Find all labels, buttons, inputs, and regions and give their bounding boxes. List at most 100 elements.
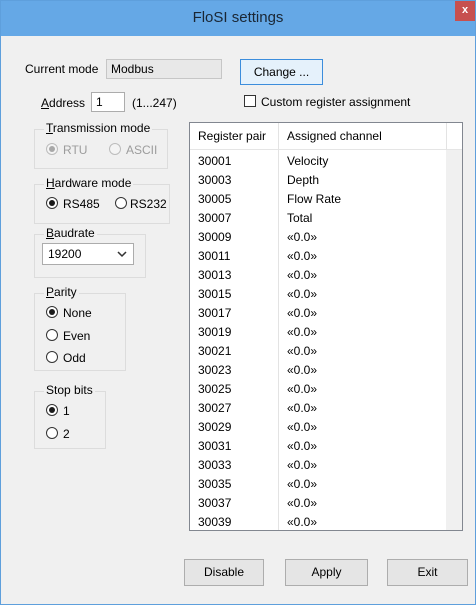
channel-cell: «0.0» — [287, 382, 318, 396]
table-row[interactable]: 30007 Total — [190, 208, 446, 227]
disable-button[interactable]: Disable — [184, 559, 264, 586]
table-row[interactable]: 30019 «0.0» — [190, 322, 446, 341]
table-row[interactable]: 30037 «0.0» — [190, 493, 446, 512]
stopbits-1-label: 1 — [63, 404, 70, 418]
channel-cell: «0.0» — [287, 268, 318, 282]
current-mode-label: Current mode — [25, 62, 99, 76]
baudrate-select[interactable]: 19200 — [42, 243, 134, 265]
parity-none-label: None — [63, 306, 92, 320]
table-row[interactable]: 30035 «0.0» — [190, 474, 446, 493]
stopbits-1-radio[interactable] — [46, 404, 58, 416]
channel-cell: «0.0» — [287, 401, 318, 415]
register-cell: 30039 — [198, 515, 232, 529]
register-cell: 30025 — [198, 382, 232, 396]
baudrate-legend: Baudrate — [44, 226, 97, 240]
table-row[interactable]: 30003 Depth — [190, 170, 446, 189]
current-mode-field: Modbus — [106, 59, 222, 79]
parity-odd-radio[interactable] — [46, 351, 58, 363]
table-row[interactable]: 30005 Flow Rate — [190, 189, 446, 208]
custom-register-checkbox[interactable] — [244, 95, 256, 107]
register-cell: 30007 — [198, 211, 232, 225]
register-cell: 30019 — [198, 325, 232, 339]
register-cell: 30021 — [198, 344, 232, 358]
ascii-radio[interactable] — [109, 143, 121, 155]
address-label-accesskey: A — [41, 96, 50, 110]
register-cell: 30017 — [198, 306, 232, 320]
register-cell: 30015 — [198, 287, 232, 301]
address-label-rest: ddress — [49, 96, 86, 110]
table-row[interactable]: 30029 «0.0» — [190, 417, 446, 436]
table-row[interactable]: 30021 «0.0» — [190, 341, 446, 360]
settings-window: FloSI settings x Current mode Modbus Cha… — [0, 0, 476, 605]
register-cell: 30031 — [198, 439, 232, 453]
address-range: (1...247) — [132, 96, 177, 110]
channel-cell: Total — [287, 211, 313, 225]
address-label: Address — [41, 96, 85, 110]
hardware-mode-legend: Hardware mode — [44, 176, 134, 190]
channel-cell: Depth — [287, 173, 320, 187]
column-header-channel[interactable]: Assigned channel — [287, 129, 382, 143]
table-row[interactable]: 30033 «0.0» — [190, 455, 446, 474]
register-cell: 30023 — [198, 363, 232, 377]
table-row[interactable]: 30023 «0.0» — [190, 360, 446, 379]
channel-cell: «0.0» — [287, 420, 318, 434]
baudrate-legend-accesskey: B — [46, 226, 55, 240]
channel-cell: «0.0» — [287, 515, 318, 529]
baudrate-legend-rest: audrate — [54, 226, 95, 240]
table-row[interactable]: 30015 «0.0» — [190, 284, 446, 303]
register-cell: 30005 — [198, 192, 232, 206]
channel-cell: «0.0» — [287, 230, 318, 244]
rs485-radio[interactable] — [46, 197, 58, 209]
register-cell: 30027 — [198, 401, 232, 415]
table-row[interactable]: 30011 «0.0» — [190, 246, 446, 265]
channel-cell: «0.0» — [287, 344, 318, 358]
custom-register-label: Custom register assignment — [261, 95, 411, 109]
apply-button[interactable]: Apply — [285, 559, 368, 586]
table-row[interactable]: 30009 «0.0» — [190, 227, 446, 246]
title-bar[interactable]: FloSI settings x — [1, 1, 475, 36]
channel-cell: «0.0» — [287, 496, 318, 510]
rs232-label: RS232 — [130, 197, 167, 211]
hardware-legend-accesskey: H — [46, 176, 55, 190]
exit-button[interactable]: Exit — [387, 559, 468, 586]
table-row[interactable]: 30031 «0.0» — [190, 436, 446, 455]
transmission-legend-accesskey: T — [46, 121, 53, 135]
change-mode-button[interactable]: Change ... — [240, 59, 323, 85]
stopbits-legend: Stop bits — [44, 383, 95, 397]
column-header-register[interactable]: Register pair — [198, 129, 266, 143]
parity-even-radio[interactable] — [46, 329, 58, 341]
register-cell: 30029 — [198, 420, 232, 434]
rtu-radio[interactable] — [46, 143, 58, 155]
baudrate-value: 19200 — [48, 247, 82, 261]
table-row[interactable]: 30025 «0.0» — [190, 379, 446, 398]
vertical-scrollbar[interactable] — [446, 150, 462, 530]
channel-cell: «0.0» — [287, 287, 318, 301]
table-row[interactable]: 30027 «0.0» — [190, 398, 446, 417]
table-row[interactable]: 30013 «0.0» — [190, 265, 446, 284]
table-row[interactable]: 30001 Velocity — [190, 151, 446, 170]
close-button[interactable]: x — [455, 1, 475, 21]
register-cell: 30013 — [198, 268, 232, 282]
channel-cell: «0.0» — [287, 249, 318, 263]
transmission-mode-legend: Transmission mode — [44, 121, 153, 135]
parity-even-label: Even — [63, 329, 91, 343]
stopbits-group — [34, 391, 106, 449]
rs485-label: RS485 — [63, 197, 100, 211]
channel-cell: «0.0» — [287, 325, 318, 339]
rtu-label: RTU — [63, 143, 88, 157]
rs232-radio[interactable] — [115, 197, 127, 209]
parity-legend-rest: arity — [54, 285, 77, 299]
table-row[interactable]: 30039 «0.0» — [190, 512, 446, 530]
parity-none-radio[interactable] — [46, 306, 58, 318]
register-cell: 30009 — [198, 230, 232, 244]
register-cell: 30001 — [198, 154, 232, 168]
address-input[interactable]: 1 — [91, 92, 125, 112]
channel-cell: Flow Rate — [287, 192, 342, 206]
stopbits-2-radio[interactable] — [46, 427, 58, 439]
channel-cell: «0.0» — [287, 477, 318, 491]
register-cell: 30011 — [198, 249, 231, 263]
parity-odd-label: Odd — [63, 351, 86, 365]
channel-cell: «0.0» — [287, 439, 318, 453]
table-row[interactable]: 30017 «0.0» — [190, 303, 446, 322]
register-cell: 30037 — [198, 496, 232, 510]
